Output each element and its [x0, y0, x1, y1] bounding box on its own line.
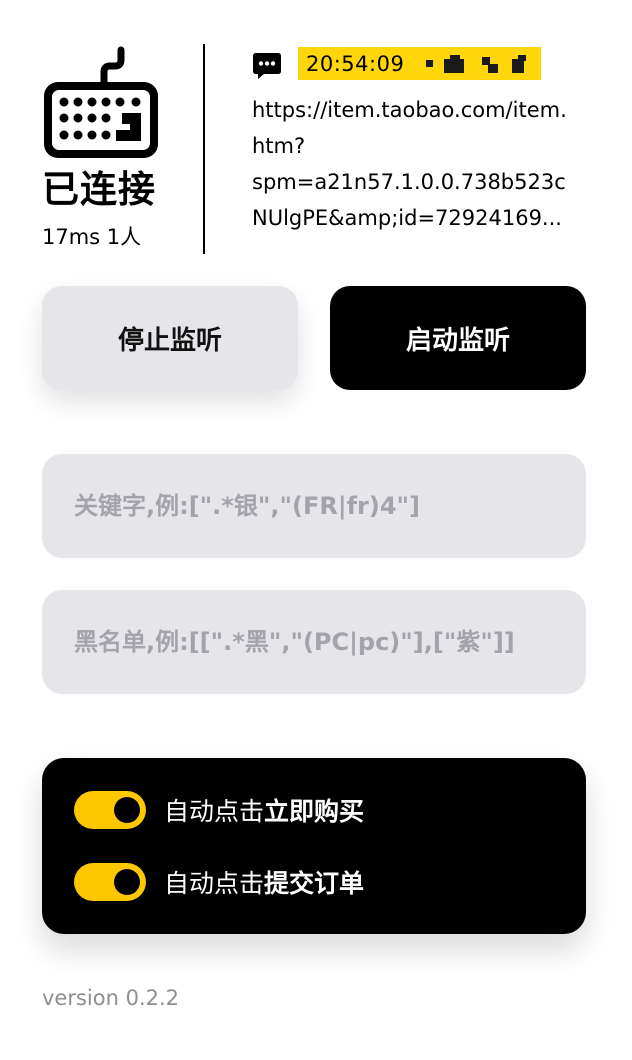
url-line: htm? — [252, 134, 306, 158]
stop-listening-button[interactable]: 停止监听 — [42, 286, 298, 390]
submit-order-toggle[interactable] — [74, 863, 146, 901]
option-prefix: 自动点击 — [164, 869, 265, 898]
keyword-input[interactable] — [42, 454, 586, 558]
message-time: 20:54:09 — [306, 52, 405, 76]
message-url[interactable]: https://item.taobao.com/item. htm? spm=a… — [252, 92, 592, 236]
header-divider — [203, 44, 205, 254]
latency-info: 17ms 1人 — [42, 225, 142, 249]
toggle-knob — [114, 869, 140, 895]
option-label: 自动点击立即购买 — [164, 792, 364, 828]
blacklist-field-container — [42, 590, 586, 694]
url-line: spm=a21n57.1.0.0.738b523c — [252, 170, 566, 194]
option-buy-now: 自动点击立即购买 — [74, 790, 364, 830]
start-listening-button[interactable]: 启动监听 — [330, 286, 586, 390]
url-line: https://item.taobao.com/item. — [252, 98, 567, 122]
option-action: 提交订单 — [264, 869, 365, 898]
keyword-field-container — [42, 454, 586, 558]
buy-now-toggle[interactable] — [74, 791, 146, 829]
version-label: version 0.2.2 — [42, 986, 180, 1010]
url-line: NUlgPE&amp;id=72924169... — [252, 206, 562, 230]
auto-click-options-panel: 自动点击立即购买 自动点击提交订单 — [42, 758, 586, 934]
option-prefix: 自动点击 — [164, 797, 265, 826]
option-action: 立即购买 — [264, 797, 365, 826]
option-submit-order: 自动点击提交订单 — [74, 862, 364, 902]
option-label: 自动点击提交订单 — [164, 864, 364, 900]
connection-status: 已连接 — [42, 168, 156, 211]
blacklist-input[interactable] — [42, 590, 586, 694]
keyboard-icon — [44, 46, 158, 158]
chat-bubble-icon — [253, 53, 281, 79]
toggle-knob — [114, 797, 140, 823]
connection-header: 已连接 17ms 1人 20:54:09 https://item.taobao… — [0, 0, 632, 270]
message-time-badge: 20:54:09 — [298, 47, 541, 80]
